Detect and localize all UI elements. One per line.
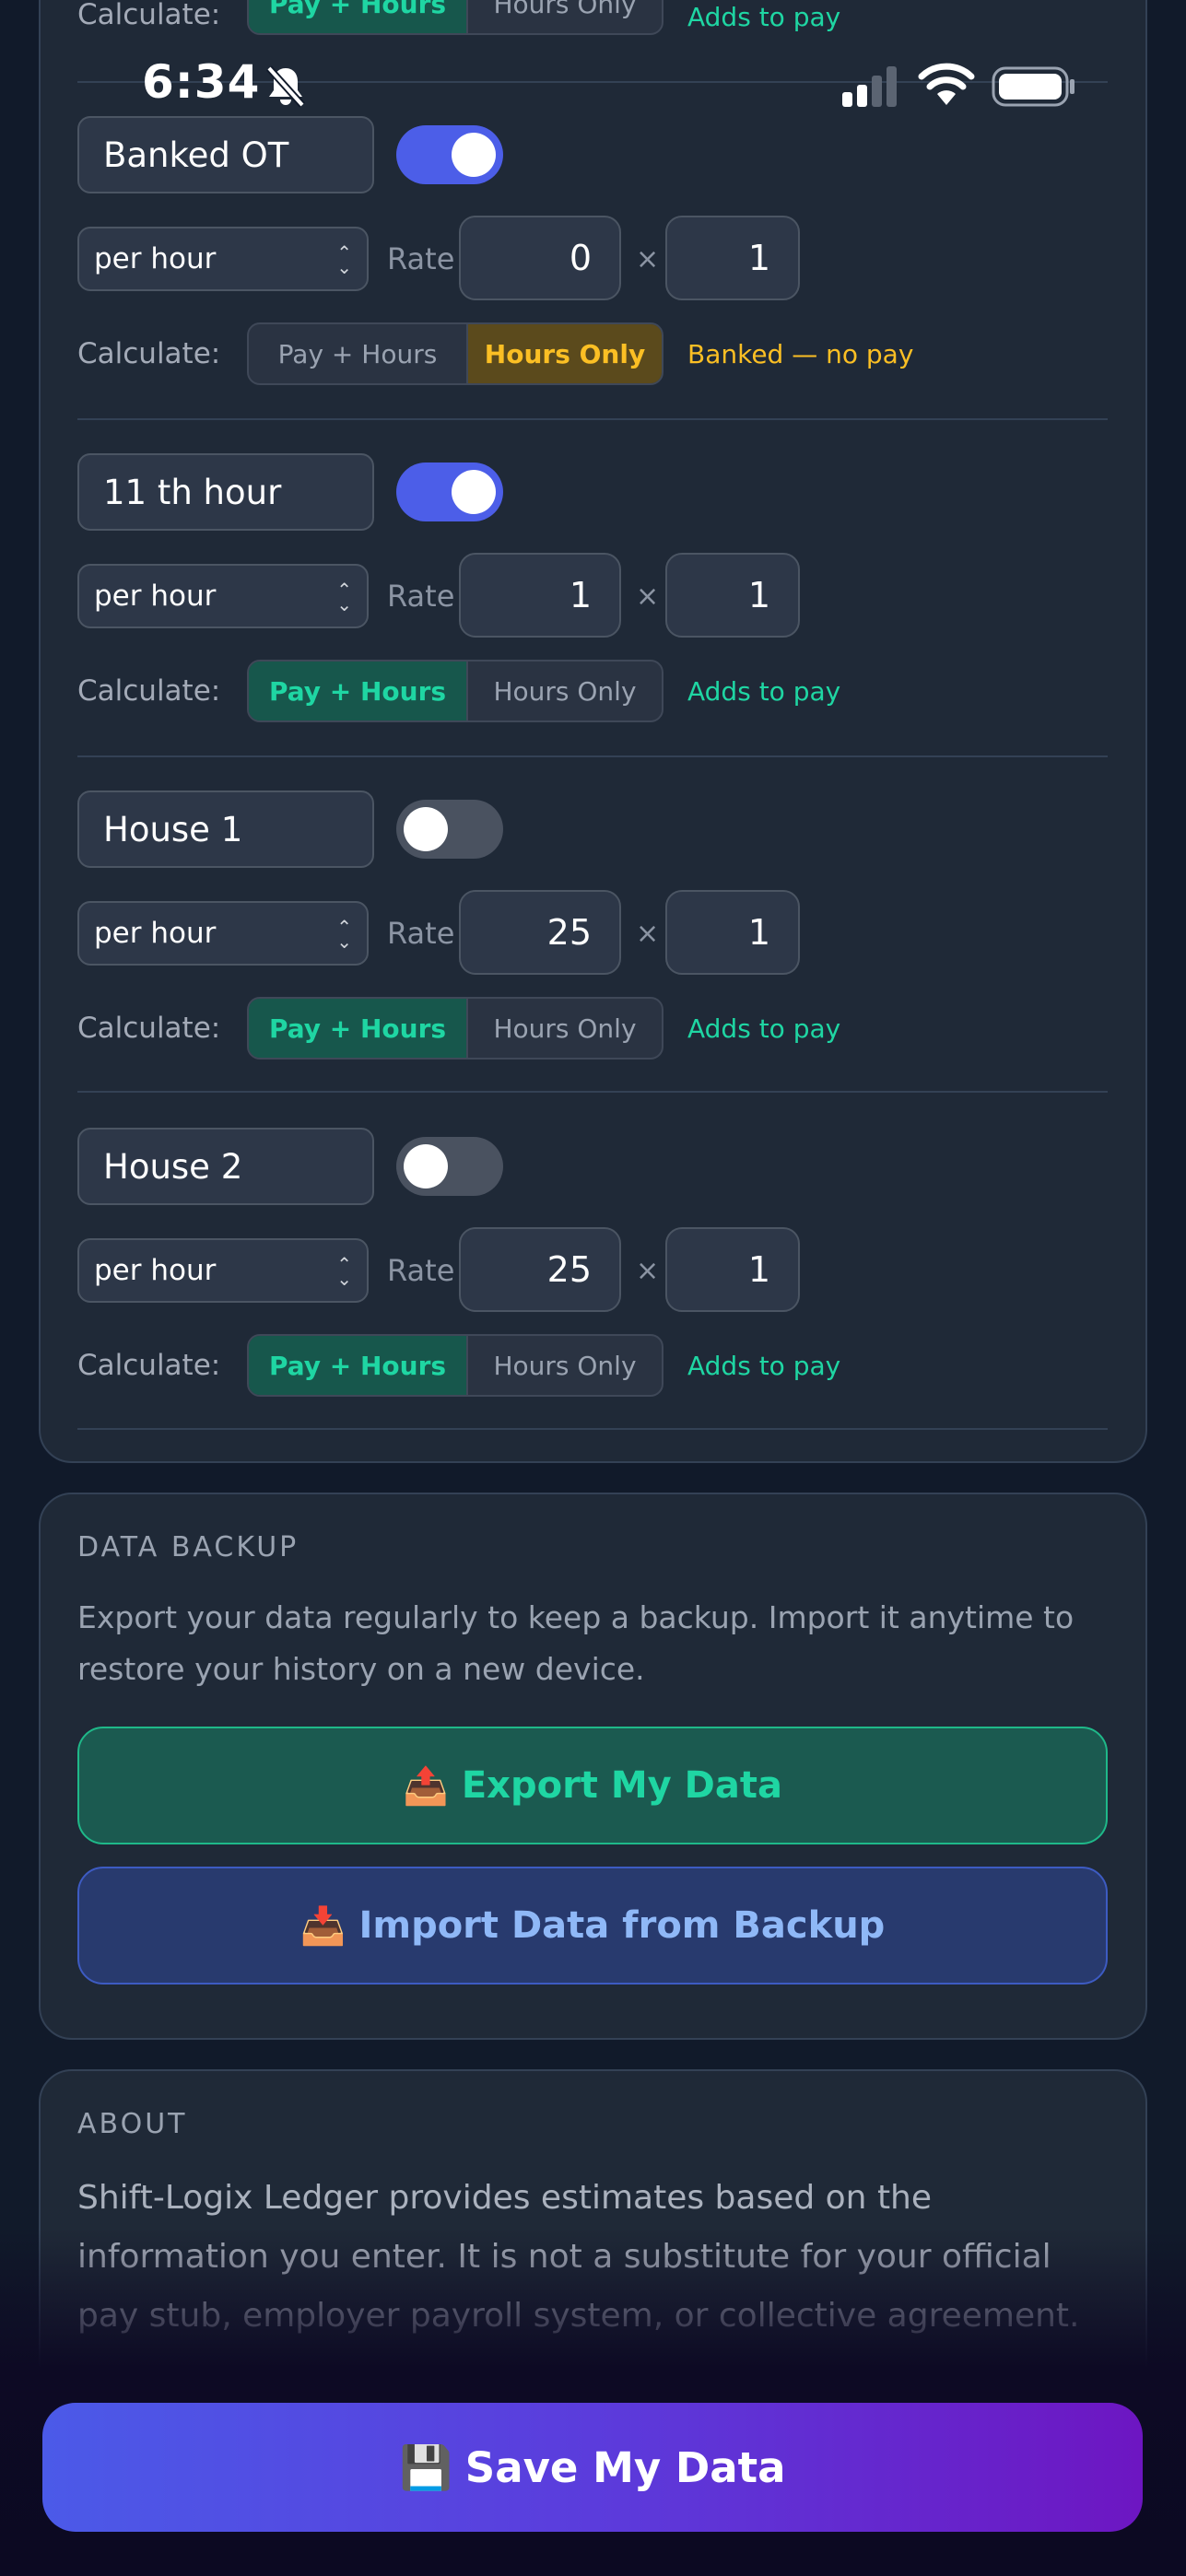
rate-multiplier-input[interactable]: 1	[665, 553, 800, 638]
rate-enabled-toggle[interactable]	[396, 800, 503, 859]
calculate-label: Calculate:	[77, 674, 221, 708]
calculate-label: Calculate:	[77, 337, 221, 370]
rate-amount-input[interactable]: 0	[459, 216, 621, 300]
bell-muted-icon	[266, 65, 305, 108]
rate-label: Rate	[387, 579, 455, 614]
backup-description: Export your data regularly to keep a bac…	[77, 1599, 1074, 1687]
rate-name-input[interactable]: Banked OT	[77, 116, 374, 193]
rate-label: Rate	[387, 1253, 455, 1288]
save-data-button[interactable]: 💾 Save My Data	[42, 2403, 1143, 2532]
hours-only-option[interactable]: Hours Only	[468, 999, 662, 1058]
row-divider	[77, 1428, 1108, 1430]
rate-enabled-toggle[interactable]	[396, 463, 503, 521]
rate-name-input[interactable]: House 1	[77, 790, 374, 868]
toggle-knob	[452, 470, 496, 514]
toggle-knob	[404, 1144, 448, 1188]
chevron-updown-icon: ⌃ ⌄	[336, 241, 352, 278]
row-divider	[77, 418, 1108, 420]
section-title: DATA BACKUP	[77, 1531, 299, 1563]
rate-unit-select[interactable]: per hour ⌃ ⌄	[77, 901, 369, 966]
pay-hours-option[interactable]: Pay + Hours	[249, 662, 468, 720]
multiply-sign: ×	[636, 243, 660, 275]
calc-note: Adds to pay	[687, 1351, 841, 1381]
calc-mode-toggle: Pay + Hours Hours Only	[247, 660, 663, 722]
rate-enabled-toggle[interactable]	[396, 1137, 503, 1196]
settings-screen: Calculate: Pay + Hours Hours Only Adds t…	[0, 0, 1186, 2576]
rate-unit-value: per hour	[94, 242, 217, 275]
calc-note: Adds to pay	[687, 676, 841, 707]
rate-name-input[interactable]: 11 th hour	[77, 453, 374, 531]
export-data-button[interactable]: 📤 Export My Data	[77, 1727, 1108, 1844]
calc-note: Banked — no pay	[687, 339, 914, 369]
import-data-button[interactable]: 📥 Import Data from Backup	[77, 1867, 1108, 1985]
calc-mode-toggle: Pay + Hours Hours Only	[247, 1334, 663, 1397]
outbox-tray-icon: 📤	[403, 1764, 449, 1808]
calc-note: Adds to pay	[687, 2, 841, 32]
rate-unit-value: per hour	[94, 580, 217, 613]
pay-hours-option[interactable]: Pay + Hours	[249, 324, 468, 383]
rate-label: Rate	[387, 916, 455, 951]
rate-unit-select[interactable]: per hour ⌃ ⌄	[77, 227, 369, 291]
wifi-icon	[918, 63, 975, 105]
rate-amount-input[interactable]: 25	[459, 890, 621, 975]
hours-only-option[interactable]: Hours Only	[468, 1336, 662, 1395]
calculate-label: Calculate:	[77, 0, 221, 31]
calculate-label: Calculate:	[77, 1012, 221, 1045]
hours-only-option[interactable]: Hours Only	[468, 0, 662, 33]
rate-enabled-toggle[interactable]	[396, 125, 503, 184]
row-divider	[77, 755, 1108, 757]
chevron-updown-icon: ⌃ ⌄	[336, 1253, 352, 1290]
rate-unit-select[interactable]: per hour ⌃ ⌄	[77, 1238, 369, 1303]
rate-label: Rate	[387, 241, 455, 276]
chevron-updown-icon: ⌃ ⌄	[336, 579, 352, 615]
calc-mode-toggle: Pay + Hours Hours Only	[247, 997, 663, 1060]
rate-unit-value: per hour	[94, 917, 217, 950]
status-time: 6:34	[142, 55, 261, 109]
calc-note: Adds to pay	[687, 1013, 841, 1044]
rate-amount-input[interactable]: 1	[459, 553, 621, 638]
row-divider	[77, 1091, 1108, 1093]
multiply-sign: ×	[636, 580, 660, 613]
calc-mode-toggle: Pay + Hours Hours Only	[247, 0, 663, 35]
rate-multiplier-input[interactable]: 1	[665, 1227, 800, 1312]
toggle-knob	[452, 133, 496, 177]
pay-hours-option[interactable]: Pay + Hours	[249, 0, 468, 33]
save-button-label: Save My Data	[464, 2442, 786, 2492]
export-button-label: Export My Data	[461, 1764, 782, 1807]
rate-multiplier-input[interactable]: 1	[665, 890, 800, 975]
hours-only-option[interactable]: Hours Only	[468, 324, 662, 383]
chevron-updown-icon: ⌃ ⌄	[336, 916, 352, 953]
pay-hours-option[interactable]: Pay + Hours	[249, 999, 468, 1058]
calc-mode-toggle: Pay + Hours Hours Only	[247, 322, 663, 385]
rate-amount-input[interactable]: 25	[459, 1227, 621, 1312]
toggle-knob	[404, 807, 448, 851]
battery-icon	[992, 66, 1074, 107]
rate-multiplier-input[interactable]: 1	[665, 216, 800, 300]
multiply-sign: ×	[636, 918, 660, 950]
rate-name-input[interactable]: House 2	[77, 1128, 374, 1205]
floppy-disk-icon: 💾	[399, 2441, 452, 2492]
inbox-tray-icon: 📥	[299, 1904, 346, 1948]
rate-unit-value: per hour	[94, 1254, 217, 1287]
import-button-label: Import Data from Backup	[358, 1904, 886, 1947]
section-title: ABOUT	[77, 2108, 188, 2140]
cellular-signal-icon	[842, 66, 897, 107]
multiply-sign: ×	[636, 1255, 660, 1287]
rate-unit-select[interactable]: per hour ⌃ ⌄	[77, 564, 369, 628]
pay-hours-option[interactable]: Pay + Hours	[249, 1336, 468, 1395]
hours-only-option[interactable]: Hours Only	[468, 662, 662, 720]
calculate-label: Calculate:	[77, 1349, 221, 1382]
